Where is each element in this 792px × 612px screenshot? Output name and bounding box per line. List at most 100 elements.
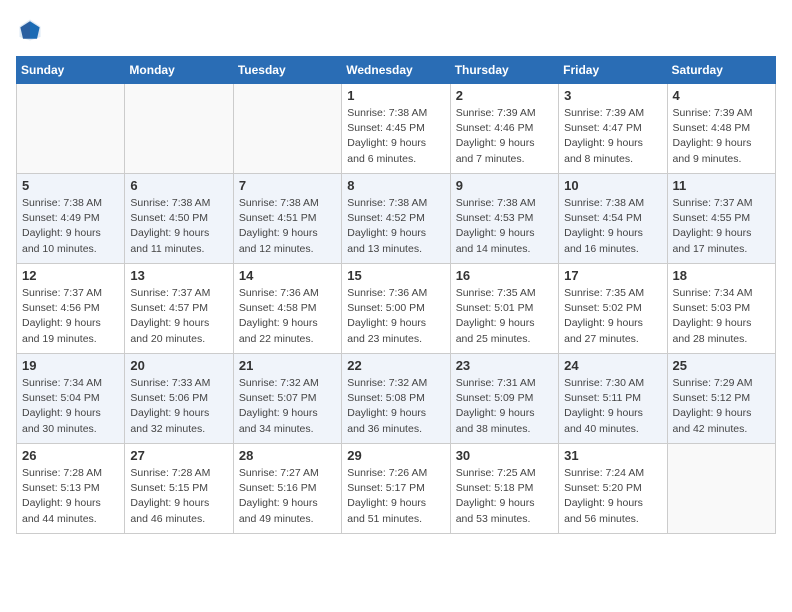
- cell-day-number: 8: [347, 178, 444, 193]
- calendar-cell: 2 Sunrise: 7:39 AM Sunset: 4:46 PM Daylig…: [450, 84, 558, 174]
- calendar-week-row: 1 Sunrise: 7:38 AM Sunset: 4:45 PM Daylig…: [17, 84, 776, 174]
- cell-day-number: 9: [456, 178, 553, 193]
- day-header-saturday: Saturday: [667, 57, 775, 84]
- cell-day-number: 14: [239, 268, 336, 283]
- logo-icon: [16, 16, 44, 44]
- cell-day-number: 23: [456, 358, 553, 373]
- cell-info-text: Sunrise: 7:26 AM Sunset: 5:17 PM Dayligh…: [347, 466, 444, 527]
- cell-info-text: Sunrise: 7:33 AM Sunset: 5:06 PM Dayligh…: [130, 376, 227, 437]
- calendar-week-row: 26 Sunrise: 7:28 AM Sunset: 5:13 PM Dayli…: [17, 444, 776, 534]
- day-header-monday: Monday: [125, 57, 233, 84]
- calendar-cell: 28 Sunrise: 7:27 AM Sunset: 5:16 PM Dayli…: [233, 444, 341, 534]
- cell-day-number: 5: [22, 178, 119, 193]
- cell-info-text: Sunrise: 7:38 AM Sunset: 4:45 PM Dayligh…: [347, 106, 444, 167]
- cell-info-text: Sunrise: 7:30 AM Sunset: 5:11 PM Dayligh…: [564, 376, 661, 437]
- cell-day-number: 30: [456, 448, 553, 463]
- calendar-cell: 29 Sunrise: 7:26 AM Sunset: 5:17 PM Dayli…: [342, 444, 450, 534]
- calendar-cell: 24Sunrise: 7:30 AM Sunset: 5:11 PM Dayli…: [559, 354, 667, 444]
- calendar-cell: 25 Sunrise: 7:29 AM Sunset: 5:12 PM Dayli…: [667, 354, 775, 444]
- calendar-week-row: 19Sunrise: 7:34 AM Sunset: 5:04 PM Dayli…: [17, 354, 776, 444]
- calendar-cell: 5 Sunrise: 7:38 AM Sunset: 4:49 PM Daylig…: [17, 174, 125, 264]
- cell-info-text: Sunrise: 7:36 AM Sunset: 5:00 PM Dayligh…: [347, 286, 444, 347]
- cell-info-text: Sunrise: 7:38 AM Sunset: 4:49 PM Dayligh…: [22, 196, 119, 257]
- cell-info-text: Sunrise: 7:38 AM Sunset: 4:54 PM Dayligh…: [564, 196, 661, 257]
- cell-info-text: Sunrise: 7:28 AM Sunset: 5:13 PM Dayligh…: [22, 466, 119, 527]
- cell-day-number: 20: [130, 358, 227, 373]
- cell-info-text: Sunrise: 7:28 AM Sunset: 5:15 PM Dayligh…: [130, 466, 227, 527]
- cell-day-number: 31: [564, 448, 661, 463]
- cell-info-text: Sunrise: 7:39 AM Sunset: 4:47 PM Dayligh…: [564, 106, 661, 167]
- calendar-cell: 17 Sunrise: 7:35 AM Sunset: 5:02 PM Dayli…: [559, 264, 667, 354]
- cell-day-number: 27: [130, 448, 227, 463]
- day-header-friday: Friday: [559, 57, 667, 84]
- cell-day-number: 28: [239, 448, 336, 463]
- day-header-tuesday: Tuesday: [233, 57, 341, 84]
- cell-day-number: 25: [673, 358, 770, 373]
- cell-info-text: Sunrise: 7:37 AM Sunset: 4:56 PM Dayligh…: [22, 286, 119, 347]
- cell-day-number: 3: [564, 88, 661, 103]
- cell-day-number: 18: [673, 268, 770, 283]
- cell-info-text: Sunrise: 7:34 AM Sunset: 5:03 PM Dayligh…: [673, 286, 770, 347]
- calendar-cell: 30 Sunrise: 7:25 AM Sunset: 5:18 PM Dayli…: [450, 444, 558, 534]
- cell-info-text: Sunrise: 7:39 AM Sunset: 4:48 PM Dayligh…: [673, 106, 770, 167]
- calendar-cell: 23 Sunrise: 7:31 AM Sunset: 5:09 PM Dayli…: [450, 354, 558, 444]
- cell-info-text: Sunrise: 7:37 AM Sunset: 4:57 PM Dayligh…: [130, 286, 227, 347]
- cell-info-text: Sunrise: 7:38 AM Sunset: 4:50 PM Dayligh…: [130, 196, 227, 257]
- calendar-cell: 18 Sunrise: 7:34 AM Sunset: 5:03 PM Dayli…: [667, 264, 775, 354]
- calendar-cell: 6 Sunrise: 7:38 AM Sunset: 4:50 PM Daylig…: [125, 174, 233, 264]
- calendar-cell: [17, 84, 125, 174]
- cell-info-text: Sunrise: 7:37 AM Sunset: 4:55 PM Dayligh…: [673, 196, 770, 257]
- cell-info-text: Sunrise: 7:39 AM Sunset: 4:46 PM Dayligh…: [456, 106, 553, 167]
- cell-day-number: 15: [347, 268, 444, 283]
- cell-info-text: Sunrise: 7:38 AM Sunset: 4:52 PM Dayligh…: [347, 196, 444, 257]
- cell-info-text: Sunrise: 7:32 AM Sunset: 5:07 PM Dayligh…: [239, 376, 336, 437]
- day-header-sunday: Sunday: [17, 57, 125, 84]
- cell-day-number: 4: [673, 88, 770, 103]
- cell-day-number: 10: [564, 178, 661, 193]
- calendar-week-row: 12 Sunrise: 7:37 AM Sunset: 4:56 PM Dayli…: [17, 264, 776, 354]
- calendar-cell: 26 Sunrise: 7:28 AM Sunset: 5:13 PM Dayli…: [17, 444, 125, 534]
- calendar-cell: 7 Sunrise: 7:38 AM Sunset: 4:51 PM Daylig…: [233, 174, 341, 264]
- calendar-cell: [125, 84, 233, 174]
- calendar-cell: 12 Sunrise: 7:37 AM Sunset: 4:56 PM Dayli…: [17, 264, 125, 354]
- calendar-cell: 27 Sunrise: 7:28 AM Sunset: 5:15 PM Dayli…: [125, 444, 233, 534]
- day-header-wednesday: Wednesday: [342, 57, 450, 84]
- cell-info-text: Sunrise: 7:31 AM Sunset: 5:09 PM Dayligh…: [456, 376, 553, 437]
- cell-day-number: 22: [347, 358, 444, 373]
- calendar-cell: 31 Sunrise: 7:24 AM Sunset: 5:20 PM Dayli…: [559, 444, 667, 534]
- calendar-header-row: SundayMondayTuesdayWednesdayThursdayFrid…: [17, 57, 776, 84]
- cell-info-text: Sunrise: 7:25 AM Sunset: 5:18 PM Dayligh…: [456, 466, 553, 527]
- cell-info-text: Sunrise: 7:36 AM Sunset: 4:58 PM Dayligh…: [239, 286, 336, 347]
- cell-info-text: Sunrise: 7:34 AM Sunset: 5:04 PM Dayligh…: [22, 376, 119, 437]
- cell-day-number: 7: [239, 178, 336, 193]
- cell-day-number: 13: [130, 268, 227, 283]
- day-header-thursday: Thursday: [450, 57, 558, 84]
- calendar-cell: 8 Sunrise: 7:38 AM Sunset: 4:52 PM Daylig…: [342, 174, 450, 264]
- cell-day-number: 6: [130, 178, 227, 193]
- cell-day-number: 1: [347, 88, 444, 103]
- cell-day-number: 12: [22, 268, 119, 283]
- logo: [16, 16, 48, 44]
- calendar-cell: 21Sunrise: 7:32 AM Sunset: 5:07 PM Dayli…: [233, 354, 341, 444]
- cell-day-number: 16: [456, 268, 553, 283]
- calendar-cell: [667, 444, 775, 534]
- cell-info-text: Sunrise: 7:38 AM Sunset: 4:51 PM Dayligh…: [239, 196, 336, 257]
- calendar-cell: 10 Sunrise: 7:38 AM Sunset: 4:54 PM Dayli…: [559, 174, 667, 264]
- cell-day-number: 11: [673, 178, 770, 193]
- cell-day-number: 2: [456, 88, 553, 103]
- cell-info-text: Sunrise: 7:35 AM Sunset: 5:02 PM Dayligh…: [564, 286, 661, 347]
- cell-day-number: 26: [22, 448, 119, 463]
- calendar-cell: 4 Sunrise: 7:39 AM Sunset: 4:48 PM Daylig…: [667, 84, 775, 174]
- cell-info-text: Sunrise: 7:29 AM Sunset: 5:12 PM Dayligh…: [673, 376, 770, 437]
- cell-info-text: Sunrise: 7:24 AM Sunset: 5:20 PM Dayligh…: [564, 466, 661, 527]
- cell-day-number: 29: [347, 448, 444, 463]
- cell-day-number: 17: [564, 268, 661, 283]
- calendar-table: SundayMondayTuesdayWednesdayThursdayFrid…: [16, 56, 776, 534]
- cell-info-text: Sunrise: 7:27 AM Sunset: 5:16 PM Dayligh…: [239, 466, 336, 527]
- calendar-cell: 14 Sunrise: 7:36 AM Sunset: 4:58 PM Dayli…: [233, 264, 341, 354]
- calendar-cell: 20 Sunrise: 7:33 AM Sunset: 5:06 PM Dayli…: [125, 354, 233, 444]
- cell-info-text: Sunrise: 7:38 AM Sunset: 4:53 PM Dayligh…: [456, 196, 553, 257]
- calendar-cell: 16Sunrise: 7:35 AM Sunset: 5:01 PM Dayli…: [450, 264, 558, 354]
- calendar-cell: 19Sunrise: 7:34 AM Sunset: 5:04 PM Dayli…: [17, 354, 125, 444]
- calendar-cell: 15 Sunrise: 7:36 AM Sunset: 5:00 PM Dayli…: [342, 264, 450, 354]
